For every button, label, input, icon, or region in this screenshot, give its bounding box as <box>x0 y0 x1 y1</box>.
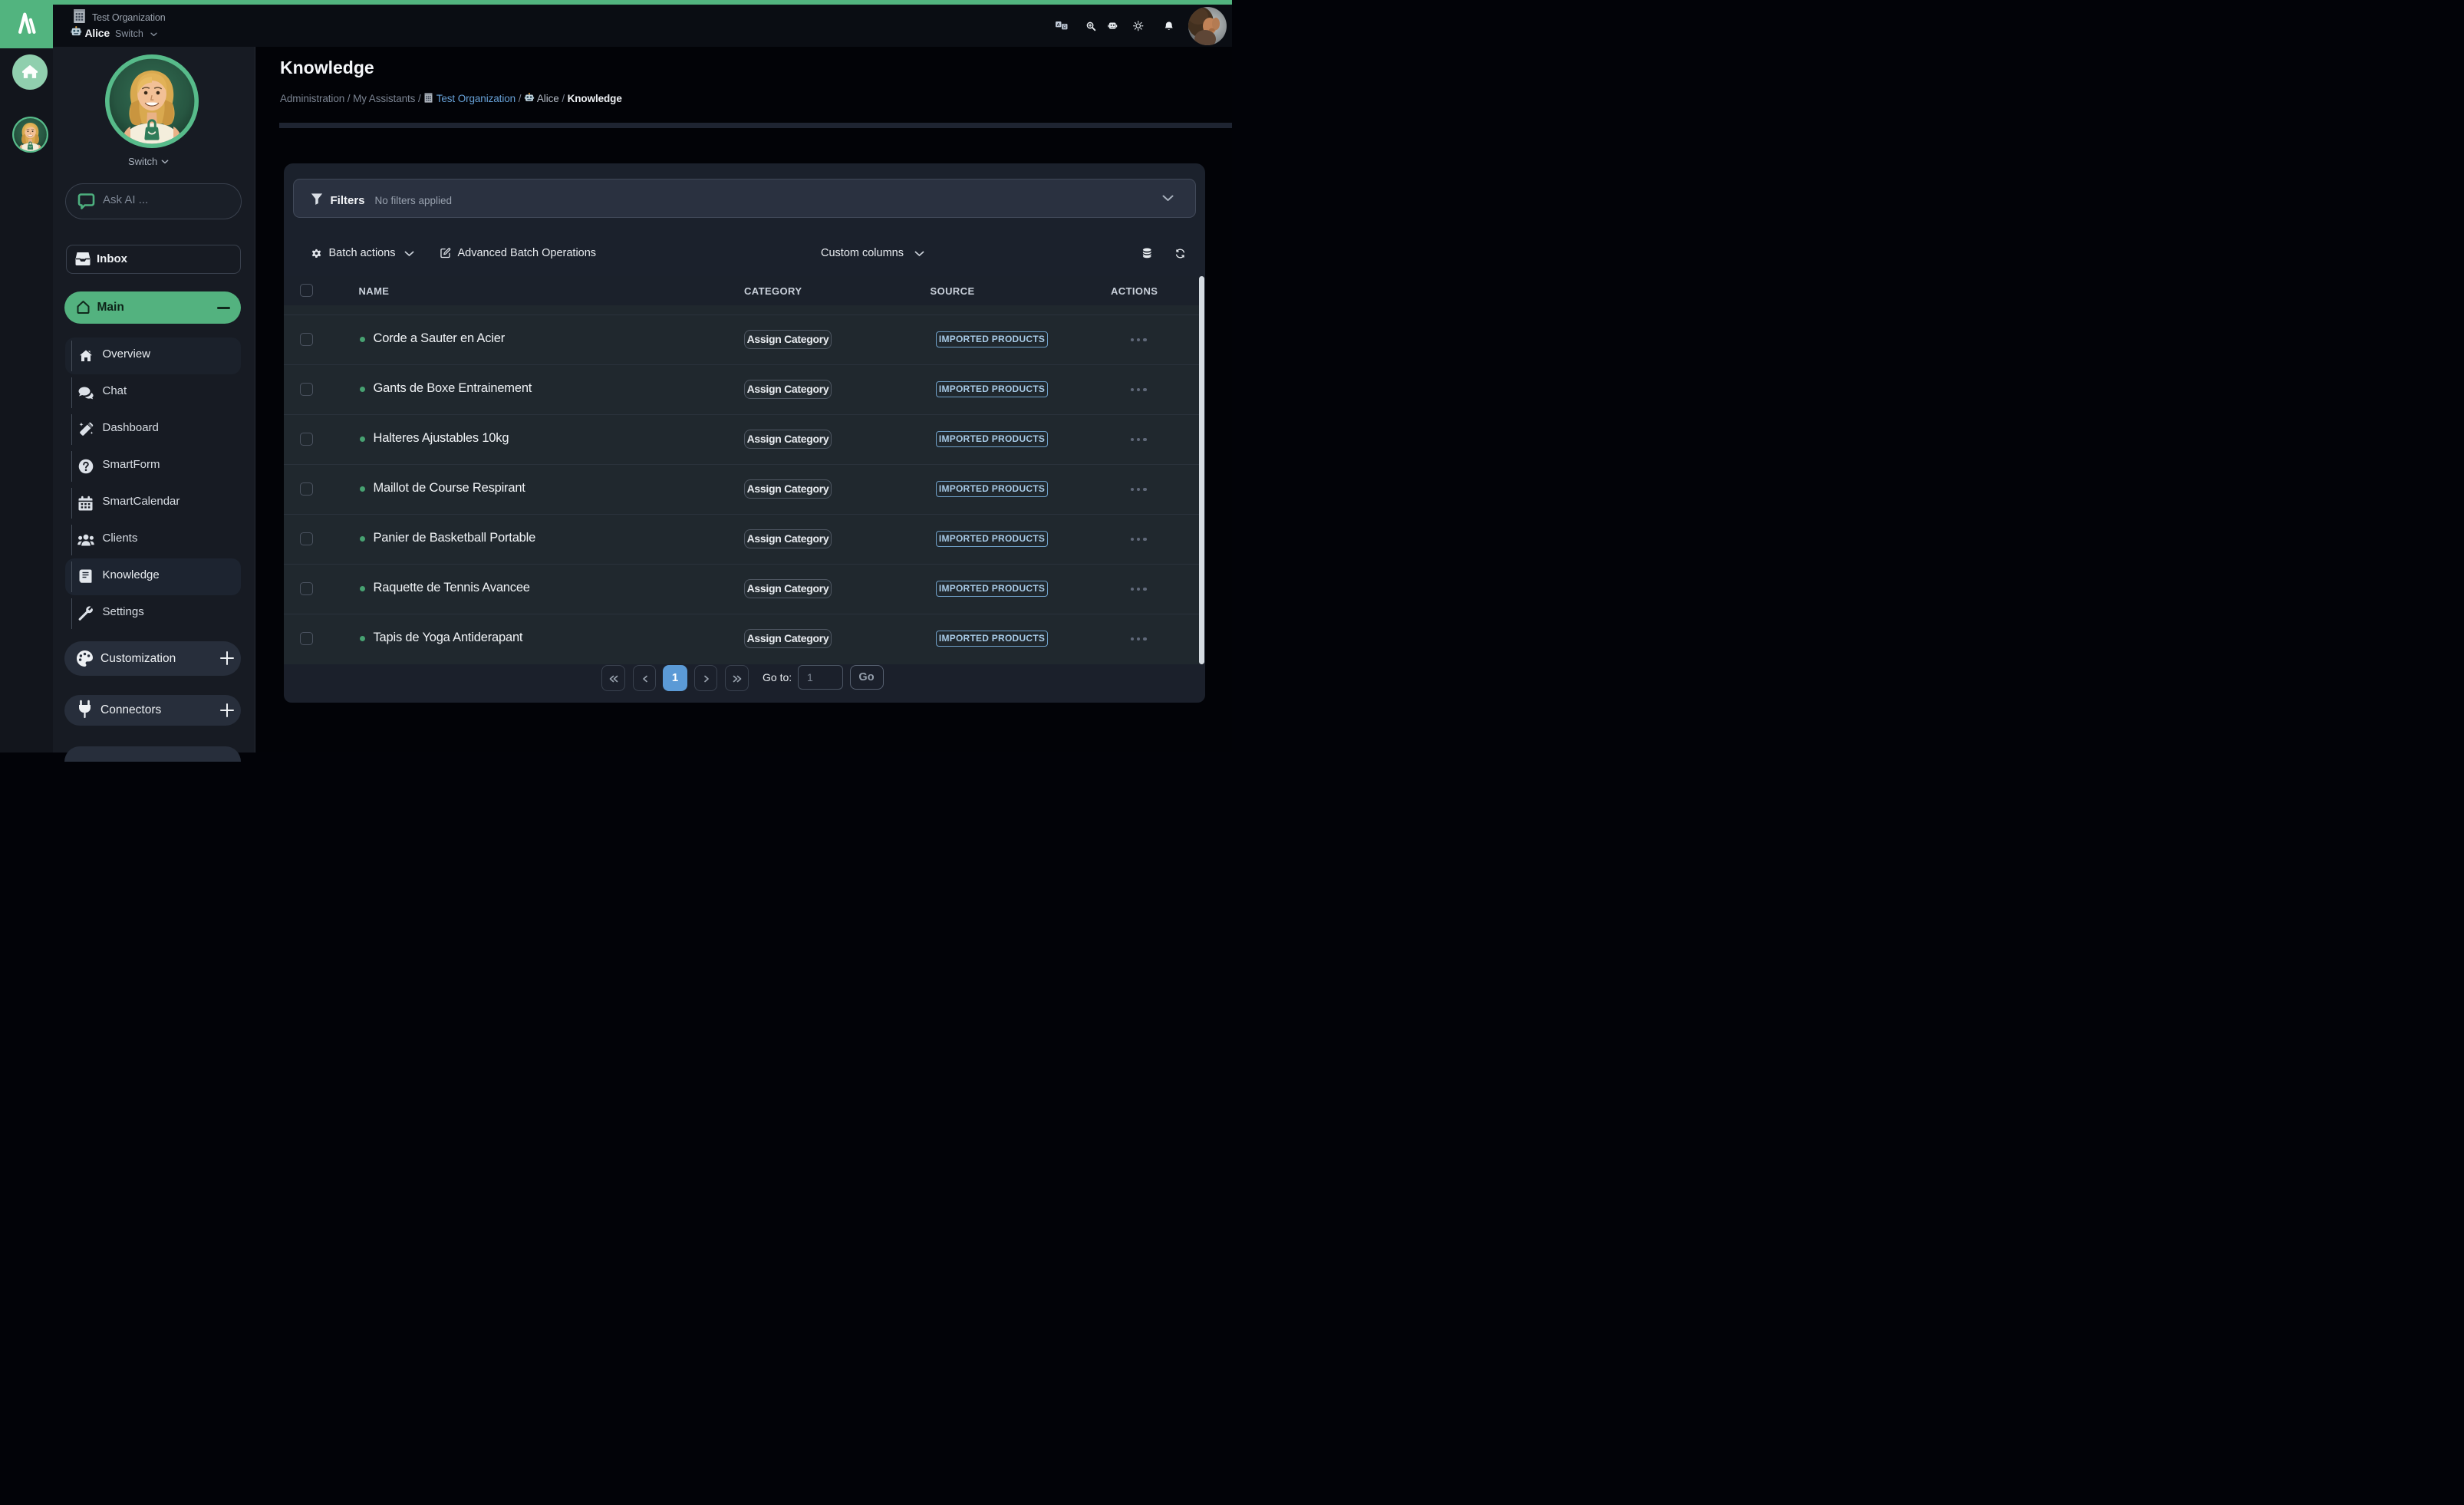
svg-text:A: A <box>1057 23 1060 28</box>
